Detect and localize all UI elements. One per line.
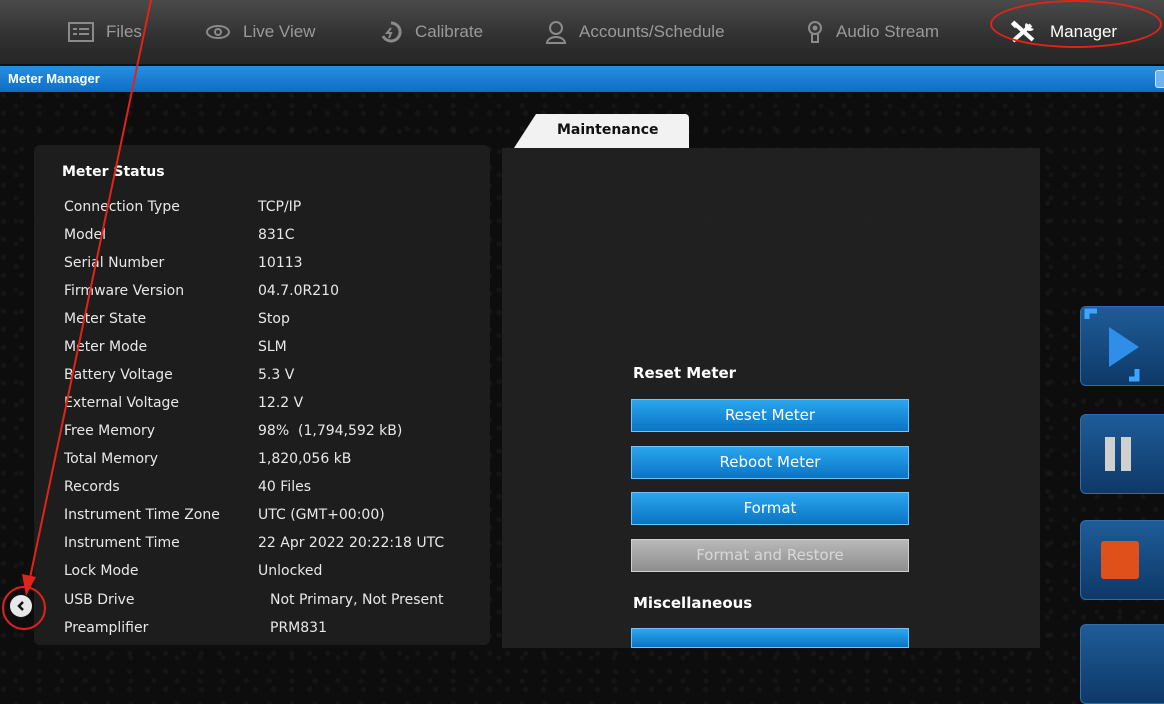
annotation-arrow: [22, 0, 152, 596]
